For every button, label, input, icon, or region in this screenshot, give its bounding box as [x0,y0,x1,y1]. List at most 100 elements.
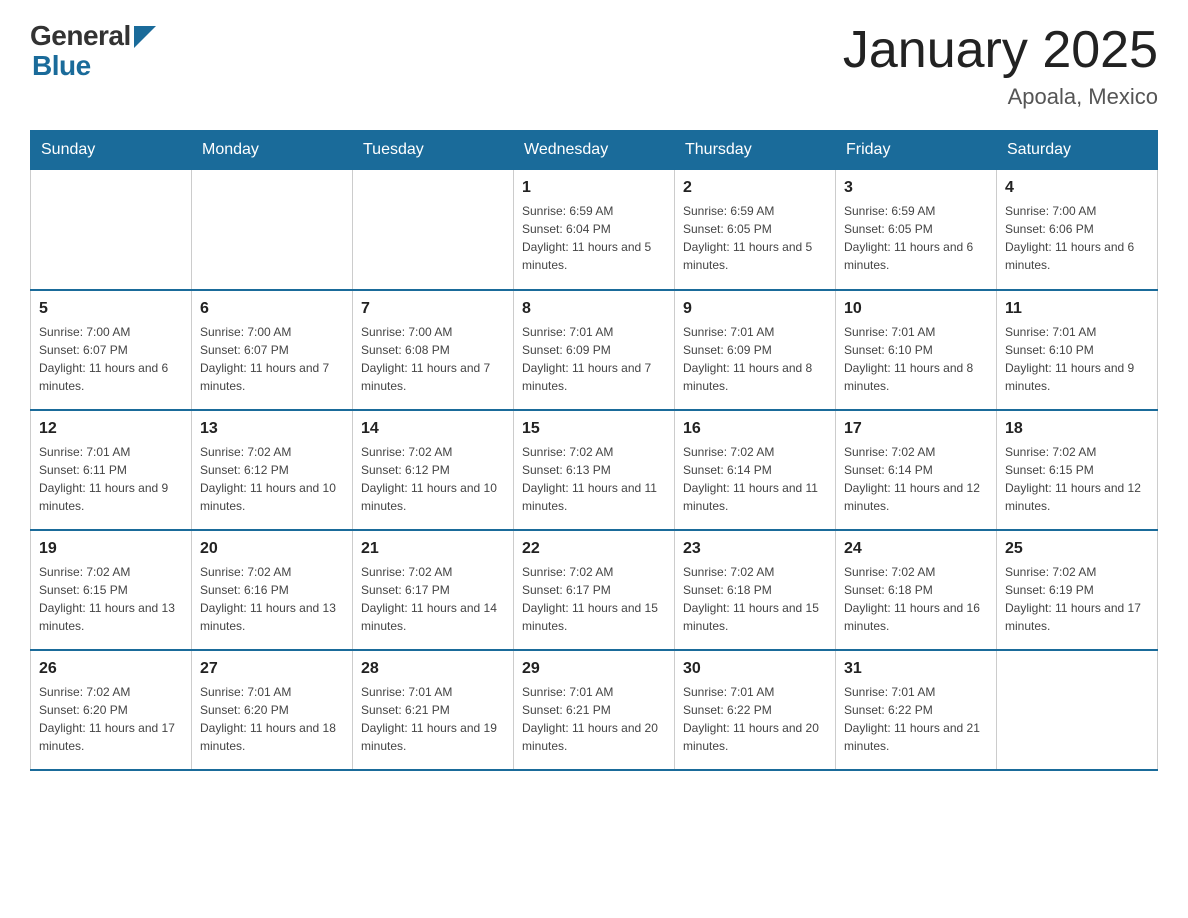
day-number-6: 6 [200,297,344,321]
day-number-21: 21 [361,537,505,561]
day-info-text: Sunset: 6:18 PM [683,581,827,599]
header-friday: Friday [836,131,997,170]
day-info-text: Sunrise: 7:02 AM [200,563,344,581]
day-cell-4: 4Sunrise: 7:00 AMSunset: 6:06 PMDaylight… [997,170,1158,290]
logo: General Blue [30,20,156,82]
day-info-text: Sunrise: 7:02 AM [522,563,666,581]
week-row-0: 1Sunrise: 6:59 AMSunset: 6:04 PMDaylight… [31,170,1158,290]
day-number-13: 13 [200,417,344,441]
day-info-text: Sunset: 6:05 PM [683,220,827,238]
day-number-5: 5 [39,297,183,321]
day-cell-9: 9Sunrise: 7:01 AMSunset: 6:09 PMDaylight… [675,290,836,410]
day-info-text: Daylight: 11 hours and 9 minutes. [39,479,183,515]
day-info-text: Sunset: 6:10 PM [844,341,988,359]
day-info-text: Daylight: 11 hours and 10 minutes. [200,479,344,515]
day-info-text: Sunset: 6:20 PM [39,701,183,719]
day-info-text: Sunset: 6:17 PM [522,581,666,599]
header-thursday: Thursday [675,131,836,170]
week-row-4: 26Sunrise: 7:02 AMSunset: 6:20 PMDayligh… [31,650,1158,770]
title-section: January 2025 Apoala, Mexico [843,20,1158,110]
day-info-text: Sunrise: 7:01 AM [522,683,666,701]
day-info-text: Sunrise: 7:00 AM [200,323,344,341]
day-info-text: Sunrise: 7:01 AM [1005,323,1149,341]
day-cell-19: 19Sunrise: 7:02 AMSunset: 6:15 PMDayligh… [31,530,192,650]
day-info-text: Daylight: 11 hours and 19 minutes. [361,719,505,755]
day-info-text: Sunrise: 7:02 AM [361,443,505,461]
day-cell-20: 20Sunrise: 7:02 AMSunset: 6:16 PMDayligh… [192,530,353,650]
day-number-8: 8 [522,297,666,321]
empty-cell [192,170,353,290]
day-info-text: Sunrise: 7:02 AM [522,443,666,461]
day-info-text: Sunset: 6:11 PM [39,461,183,479]
day-info-text: Sunset: 6:18 PM [844,581,988,599]
day-info-text: Sunset: 6:14 PM [844,461,988,479]
calendar-table: SundayMondayTuesdayWednesdayThursdayFrid… [30,130,1158,771]
day-info-text: Daylight: 11 hours and 7 minutes. [522,359,666,395]
day-number-27: 27 [200,657,344,681]
day-info-text: Daylight: 11 hours and 21 minutes. [844,719,988,755]
day-info-text: Sunset: 6:13 PM [522,461,666,479]
week-row-2: 12Sunrise: 7:01 AMSunset: 6:11 PMDayligh… [31,410,1158,530]
day-info-text: Sunrise: 7:01 AM [844,683,988,701]
calendar-subtitle: Apoala, Mexico [843,84,1158,110]
day-number-23: 23 [683,537,827,561]
empty-cell [353,170,514,290]
day-cell-1: 1Sunrise: 6:59 AMSunset: 6:04 PMDaylight… [514,170,675,290]
week-row-1: 5Sunrise: 7:00 AMSunset: 6:07 PMDaylight… [31,290,1158,410]
day-info-text: Daylight: 11 hours and 7 minutes. [361,359,505,395]
day-info-text: Sunset: 6:15 PM [1005,461,1149,479]
day-cell-12: 12Sunrise: 7:01 AMSunset: 6:11 PMDayligh… [31,410,192,530]
day-cell-28: 28Sunrise: 7:01 AMSunset: 6:21 PMDayligh… [353,650,514,770]
day-info-text: Daylight: 11 hours and 20 minutes. [683,719,827,755]
day-info-text: Daylight: 11 hours and 8 minutes. [683,359,827,395]
logo-triangle-icon [134,26,156,48]
day-info-text: Sunrise: 7:01 AM [361,683,505,701]
day-info-text: Sunset: 6:20 PM [200,701,344,719]
calendar-header-row: SundayMondayTuesdayWednesdayThursdayFrid… [31,131,1158,170]
day-info-text: Daylight: 11 hours and 6 minutes. [39,359,183,395]
day-info-text: Sunrise: 6:59 AM [844,202,988,220]
day-cell-2: 2Sunrise: 6:59 AMSunset: 6:05 PMDaylight… [675,170,836,290]
day-cell-17: 17Sunrise: 7:02 AMSunset: 6:14 PMDayligh… [836,410,997,530]
day-info-text: Sunset: 6:22 PM [844,701,988,719]
day-cell-23: 23Sunrise: 7:02 AMSunset: 6:18 PMDayligh… [675,530,836,650]
day-info-text: Sunrise: 7:01 AM [844,323,988,341]
day-info-text: Sunset: 6:07 PM [39,341,183,359]
day-number-25: 25 [1005,537,1149,561]
day-info-text: Sunrise: 7:01 AM [522,323,666,341]
day-info-text: Daylight: 11 hours and 6 minutes. [1005,238,1149,274]
day-cell-11: 11Sunrise: 7:01 AMSunset: 6:10 PMDayligh… [997,290,1158,410]
day-info-text: Daylight: 11 hours and 8 minutes. [844,359,988,395]
day-info-text: Sunset: 6:10 PM [1005,341,1149,359]
day-info-text: Daylight: 11 hours and 14 minutes. [361,599,505,635]
day-cell-21: 21Sunrise: 7:02 AMSunset: 6:17 PMDayligh… [353,530,514,650]
day-info-text: Sunrise: 7:02 AM [361,563,505,581]
day-info-text: Sunrise: 7:02 AM [39,683,183,701]
day-info-text: Sunrise: 7:01 AM [200,683,344,701]
day-info-text: Sunrise: 7:01 AM [39,443,183,461]
day-info-text: Sunset: 6:04 PM [522,220,666,238]
day-info-text: Daylight: 11 hours and 17 minutes. [1005,599,1149,635]
day-number-7: 7 [361,297,505,321]
day-info-text: Sunset: 6:22 PM [683,701,827,719]
day-info-text: Daylight: 11 hours and 11 minutes. [522,479,666,515]
header-saturday: Saturday [997,131,1158,170]
day-cell-18: 18Sunrise: 7:02 AMSunset: 6:15 PMDayligh… [997,410,1158,530]
day-number-10: 10 [844,297,988,321]
day-info-text: Sunset: 6:09 PM [522,341,666,359]
day-info-text: Sunset: 6:08 PM [361,341,505,359]
day-number-4: 4 [1005,176,1149,200]
day-info-text: Sunset: 6:12 PM [361,461,505,479]
day-number-14: 14 [361,417,505,441]
day-cell-5: 5Sunrise: 7:00 AMSunset: 6:07 PMDaylight… [31,290,192,410]
day-number-17: 17 [844,417,988,441]
day-info-text: Sunset: 6:06 PM [1005,220,1149,238]
day-number-26: 26 [39,657,183,681]
day-number-24: 24 [844,537,988,561]
header-tuesday: Tuesday [353,131,514,170]
day-cell-16: 16Sunrise: 7:02 AMSunset: 6:14 PMDayligh… [675,410,836,530]
day-number-9: 9 [683,297,827,321]
header-sunday: Sunday [31,131,192,170]
day-number-31: 31 [844,657,988,681]
day-info-text: Daylight: 11 hours and 15 minutes. [522,599,666,635]
